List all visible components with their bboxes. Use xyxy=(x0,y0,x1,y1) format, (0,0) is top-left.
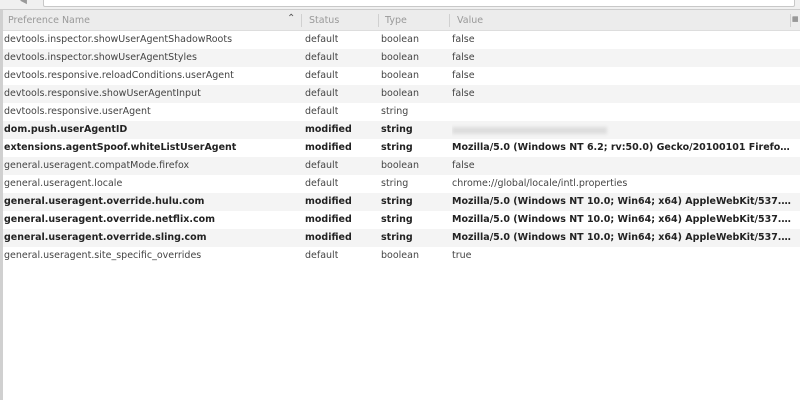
column-picker-icon[interactable]: ▦ xyxy=(792,15,799,23)
pref-value: false xyxy=(452,70,475,81)
table-row[interactable]: devtools.inspector.showUserAgentStyles de… xyxy=(3,49,800,67)
table-row[interactable]: devtools.responsive.reloadConditions.use… xyxy=(3,67,800,85)
pref-type: string xyxy=(381,232,413,243)
pref-name: dom.push.userAgentID xyxy=(4,124,128,135)
search-input[interactable] xyxy=(43,0,795,7)
pref-status: modified xyxy=(305,214,352,225)
pref-type: string xyxy=(381,196,413,207)
pref-value: false xyxy=(452,88,475,99)
pref-name: devtools.responsive.reloadConditions.use… xyxy=(4,70,234,81)
pref-status: default xyxy=(305,52,339,63)
pref-name: devtools.inspector.showUserAgentStyles xyxy=(4,52,197,63)
table-row[interactable]: devtools.responsive.userAgent default stri… xyxy=(3,103,800,121)
pref-name: general.useragent.override.sling.com xyxy=(4,232,207,243)
pref-type: string xyxy=(381,178,409,189)
table-row[interactable]: general.useragent.override.hulu.com modif… xyxy=(3,193,800,211)
pref-value: true xyxy=(452,250,472,261)
pref-type: string xyxy=(381,124,413,135)
pref-value xyxy=(452,124,792,137)
pref-name: general.useragent.locale xyxy=(4,178,123,189)
pref-value: Mozilla/5.0 (Windows NT 10.0; Win64; x64… xyxy=(452,214,792,225)
pref-type: boolean xyxy=(381,250,419,261)
pref-name: general.useragent.override.hulu.com xyxy=(4,196,205,207)
pref-status: default xyxy=(305,34,339,45)
pref-type: boolean xyxy=(381,52,419,63)
toolbar: ◀ xyxy=(0,0,800,10)
pref-name: devtools.responsive.showUserAgentInput xyxy=(4,88,201,99)
column-header-value[interactable]: Value xyxy=(457,15,483,26)
column-header-status[interactable]: Status xyxy=(309,15,339,26)
column-header-name[interactable]: Preference Name xyxy=(8,15,90,26)
pref-status: modified xyxy=(305,142,352,153)
pref-status: modified xyxy=(305,232,352,243)
pref-name: devtools.responsive.userAgent xyxy=(4,106,151,117)
sort-ascending-icon[interactable]: ⌃ xyxy=(287,13,295,24)
pref-name: general.useragent.compatMode.firefox xyxy=(4,160,190,171)
pref-value: Mozilla/5.0 (Windows NT 10.0; Win64; x64… xyxy=(452,232,792,243)
table-row[interactable]: general.useragent.override.netflix.com mo… xyxy=(3,211,800,229)
pref-value: false xyxy=(452,52,475,63)
pref-type: string xyxy=(381,214,413,225)
pref-status: default xyxy=(305,106,339,117)
column-header-type[interactable]: Type xyxy=(385,15,407,26)
pref-type: boolean xyxy=(381,70,419,81)
table-row[interactable]: dom.push.userAgentID modified string xyxy=(3,121,800,139)
pref-type: string xyxy=(381,142,413,153)
table-row[interactable]: general.useragent.site_specific_override… xyxy=(3,247,800,265)
pref-value: Mozilla/5.0 (Windows NT 6.2; rv:50.0) Ge… xyxy=(452,142,792,153)
table-row[interactable]: general.useragent.locale default string chr… xyxy=(3,175,800,193)
pref-status: default xyxy=(305,178,339,189)
pref-type: boolean xyxy=(381,34,419,45)
pref-status: modified xyxy=(305,124,352,135)
table-row[interactable]: extensions.agentSpoof.whiteListUserAgent… xyxy=(3,139,800,157)
table-row[interactable]: devtools.responsive.showUserAgentInput de… xyxy=(3,85,800,103)
pref-value: Mozilla/5.0 (Windows NT 10.0; Win64; x64… xyxy=(452,196,792,207)
pref-status: modified xyxy=(305,196,352,207)
back-icon[interactable]: ◀ xyxy=(20,0,27,6)
table-header: Preference Name ⌃ Status Type Value ▦ xyxy=(3,10,800,31)
table-row[interactable]: general.useragent.override.sling.com modi… xyxy=(3,229,800,247)
pref-status: default xyxy=(305,88,339,99)
table-row[interactable]: devtools.inspector.showUserAgentShadowRo… xyxy=(3,31,800,49)
preferences-table: Preference Name ⌃ Status Type Value ▦ de… xyxy=(3,10,800,265)
pref-value: false xyxy=(452,34,475,45)
pref-type: boolean xyxy=(381,160,419,171)
pref-value: chrome://global/locale/intl.properties xyxy=(452,178,628,189)
pref-status: default xyxy=(305,250,339,261)
pref-status: default xyxy=(305,160,339,171)
pref-status: default xyxy=(305,70,339,81)
pref-name: extensions.agentSpoof.whiteListUserAgent xyxy=(4,142,237,153)
pref-type: string xyxy=(381,106,409,117)
redacted-value xyxy=(452,127,607,134)
pref-name: devtools.inspector.showUserAgentShadowRo… xyxy=(4,34,233,45)
table-row[interactable]: general.useragent.compatMode.firefox defa… xyxy=(3,157,800,175)
pref-type: boolean xyxy=(381,88,419,99)
pref-name: general.useragent.site_specific_override… xyxy=(4,250,202,261)
pref-value: false xyxy=(452,160,475,171)
pref-name: general.useragent.override.netflix.com xyxy=(4,214,216,225)
